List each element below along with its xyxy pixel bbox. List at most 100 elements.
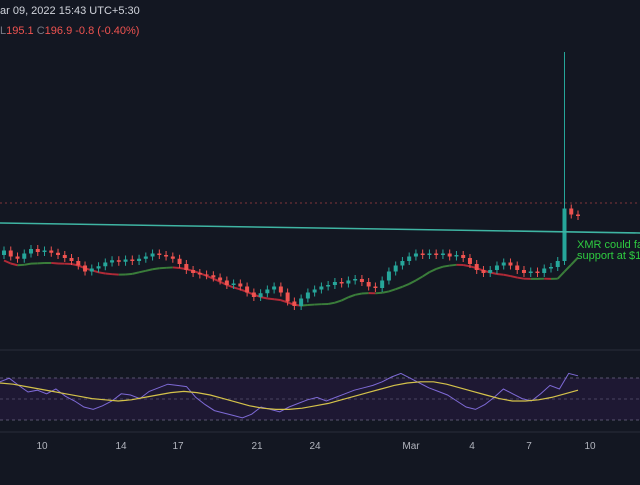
- candle: [29, 245, 33, 258]
- candle-body: [333, 282, 337, 285]
- candle: [144, 253, 148, 263]
- candle-body: [252, 293, 256, 298]
- candle-body: [279, 287, 283, 293]
- candle: [313, 286, 317, 297]
- price-chart[interactable]: 1014172124Mar4710 XMR could fall support…: [0, 0, 640, 480]
- time-axis-tick-label: Mar: [402, 441, 420, 452]
- resistance-trendline-layer[interactable]: [0, 223, 640, 233]
- ma-segment: [355, 294, 362, 295]
- candle-body: [475, 264, 479, 270]
- time-axis-tick-label: 7: [526, 441, 532, 452]
- chart-header: ar 09, 2022 15:43 UTC+5:30: [0, 0, 640, 22]
- candle: [360, 275, 364, 286]
- ma-segment: [146, 269, 153, 271]
- candle-body: [299, 299, 303, 307]
- candle: [124, 256, 128, 266]
- candle-body: [90, 269, 94, 272]
- candle: [16, 253, 20, 263]
- candle-body: [441, 254, 445, 256]
- candle: [83, 262, 87, 276]
- candle: [448, 250, 452, 261]
- candle-body: [245, 287, 249, 293]
- ma-segment: [450, 265, 457, 266]
- candle-body: [461, 255, 465, 258]
- ma-segment: [375, 293, 382, 294]
- candle-body: [191, 270, 195, 273]
- time-axis-tick-label: 10: [584, 441, 596, 452]
- ma-segment: [4, 261, 11, 264]
- candle: [542, 265, 546, 278]
- candle-body: [157, 254, 161, 256]
- chart-container[interactable]: 1014172124Mar4710 XMR could fall support…: [0, 0, 640, 480]
- ma-segment: [443, 266, 450, 267]
- ma-segment: [463, 265, 470, 266]
- ma-segment: [153, 268, 160, 269]
- ma-segment: [436, 267, 443, 269]
- ma-segment: [234, 287, 241, 289]
- candle-body: [522, 270, 526, 273]
- candle: [292, 298, 296, 311]
- low-value: 195.1: [6, 25, 34, 37]
- ma-segment: [564, 265, 571, 272]
- ma-segment: [342, 297, 349, 300]
- candle: [475, 260, 479, 274]
- candle-body: [238, 284, 242, 287]
- candle-body: [184, 264, 188, 270]
- close-label: C: [37, 25, 45, 37]
- candle-body: [495, 266, 499, 271]
- ma-segment: [328, 303, 335, 304]
- moving-average-layer: [4, 258, 578, 306]
- ma-segment: [429, 269, 436, 272]
- candle: [373, 283, 377, 293]
- candle: [137, 255, 141, 265]
- candle: [225, 277, 229, 290]
- candle-body: [56, 253, 60, 255]
- candle-body: [427, 254, 431, 256]
- ma-segment: [510, 276, 517, 278]
- candle-body: [151, 254, 155, 257]
- candle: [130, 256, 134, 266]
- candlestick-series[interactable]: [2, 52, 580, 310]
- candle-body: [225, 281, 229, 286]
- candle-body: [529, 272, 533, 274]
- close-value: 196.9: [45, 25, 73, 37]
- candle-body: [43, 251, 47, 253]
- candle-body: [414, 254, 418, 257]
- candle: [110, 256, 114, 266]
- candle-body: [36, 249, 40, 252]
- ma-segment: [517, 278, 524, 279]
- time-axis-tick-label: 24: [309, 441, 321, 452]
- candle: [117, 256, 121, 266]
- time-axis[interactable]: 1014172124Mar4710: [36, 441, 596, 452]
- candle: [157, 250, 161, 260]
- candle-body: [346, 281, 350, 284]
- candle: [461, 251, 465, 262]
- candle: [319, 283, 323, 294]
- candle: [549, 263, 553, 273]
- annotation-line-2[interactable]: support at $18: [577, 250, 640, 262]
- candle-body: [9, 251, 13, 257]
- candle: [434, 250, 438, 260]
- ma-segment: [126, 274, 133, 275]
- candle-body: [265, 290, 269, 294]
- candle-body: [232, 284, 236, 286]
- candle: [205, 271, 209, 280]
- candle-body: [286, 293, 290, 302]
- candle-body: [29, 249, 33, 254]
- candle-body: [434, 254, 438, 256]
- ma-segment: [558, 272, 565, 279]
- ma-segment: [51, 263, 58, 264]
- candle: [22, 250, 26, 263]
- candle: [326, 281, 330, 291]
- ma-segment: [335, 300, 342, 302]
- candle: [90, 265, 94, 276]
- candle: [535, 268, 539, 278]
- candle: [421, 250, 425, 260]
- candle-body: [137, 259, 141, 261]
- candle-body: [407, 257, 411, 262]
- ma-segment: [423, 272, 430, 276]
- ma-segment: [173, 267, 180, 268]
- candle: [56, 249, 60, 259]
- ma-segment: [497, 274, 504, 275]
- ma-segment: [402, 284, 409, 287]
